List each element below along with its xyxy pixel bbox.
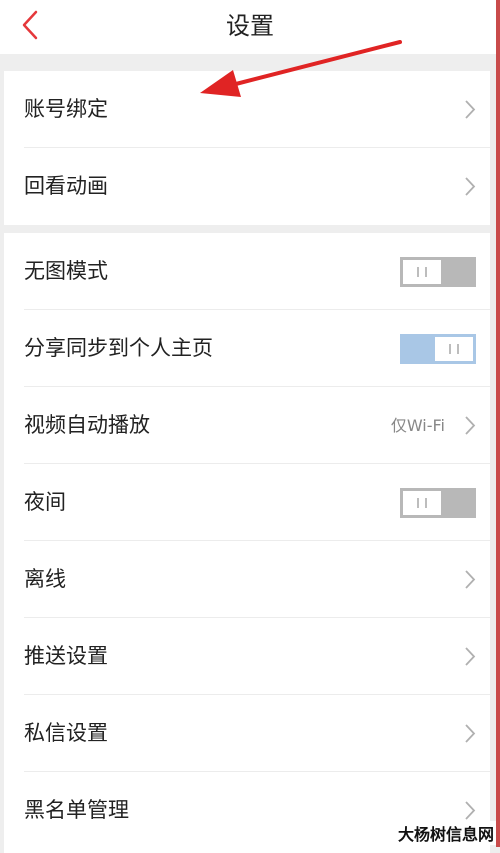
settings-group-account: 账号绑定 回看动画 bbox=[4, 71, 490, 225]
chevron-right-icon bbox=[465, 100, 476, 119]
toggle-knob bbox=[403, 260, 441, 284]
row-label: 私信设置 bbox=[24, 721, 108, 745]
settings-row-push-settings[interactable]: 推送设置 bbox=[4, 618, 490, 695]
row-label: 推送设置 bbox=[24, 644, 108, 668]
chevron-right-icon bbox=[465, 801, 476, 820]
chevron-right-icon bbox=[465, 416, 476, 435]
row-label: 无图模式 bbox=[24, 259, 108, 283]
video-autoplay-value: 仅Wi-Fi bbox=[390, 416, 445, 435]
row-label: 回看动画 bbox=[24, 174, 108, 198]
settings-row-no-image-mode[interactable]: 无图模式 bbox=[4, 233, 490, 310]
settings-row-offline[interactable]: 离线 bbox=[4, 541, 490, 618]
chevron-right-icon bbox=[465, 724, 476, 743]
no-image-mode-toggle[interactable] bbox=[400, 257, 476, 287]
settings-row-night-mode[interactable]: 夜间 bbox=[4, 464, 490, 541]
row-label: 分享同步到个人主页 bbox=[24, 336, 213, 360]
watermark: 大杨树信息网 bbox=[395, 821, 496, 845]
settings-group-general: 无图模式 分享同步到个人主页 视频自动播放 仅Wi-Fi 夜间 离线 推送设置 bbox=[4, 233, 490, 853]
settings-row-account-binding[interactable]: 账号绑定 bbox=[4, 71, 490, 148]
settings-row-share-sync[interactable]: 分享同步到个人主页 bbox=[4, 310, 490, 387]
row-label: 视频自动播放 bbox=[24, 413, 150, 437]
grip-lines-icon bbox=[449, 344, 459, 354]
row-label: 黑名单管理 bbox=[24, 798, 129, 822]
toggle-knob bbox=[435, 337, 473, 361]
row-label: 夜间 bbox=[24, 490, 66, 514]
app-header: 设置 bbox=[0, 0, 500, 54]
settings-row-replay-animation[interactable]: 回看动画 bbox=[4, 148, 490, 225]
chevron-right-icon bbox=[465, 570, 476, 589]
share-sync-toggle[interactable] bbox=[400, 334, 476, 364]
settings-row-video-autoplay[interactable]: 视频自动播放 仅Wi-Fi bbox=[4, 387, 490, 464]
right-edge-border bbox=[496, 0, 500, 847]
grip-lines-icon bbox=[417, 267, 427, 277]
settings-row-message-settings[interactable]: 私信设置 bbox=[4, 695, 490, 772]
chevron-right-icon bbox=[465, 647, 476, 666]
grip-lines-icon bbox=[417, 498, 427, 508]
chevron-right-icon bbox=[465, 177, 476, 196]
page-title: 设置 bbox=[226, 12, 274, 40]
row-label: 账号绑定 bbox=[24, 97, 108, 121]
night-mode-toggle[interactable] bbox=[400, 488, 476, 518]
row-label: 离线 bbox=[24, 567, 66, 591]
toggle-knob bbox=[403, 491, 441, 515]
